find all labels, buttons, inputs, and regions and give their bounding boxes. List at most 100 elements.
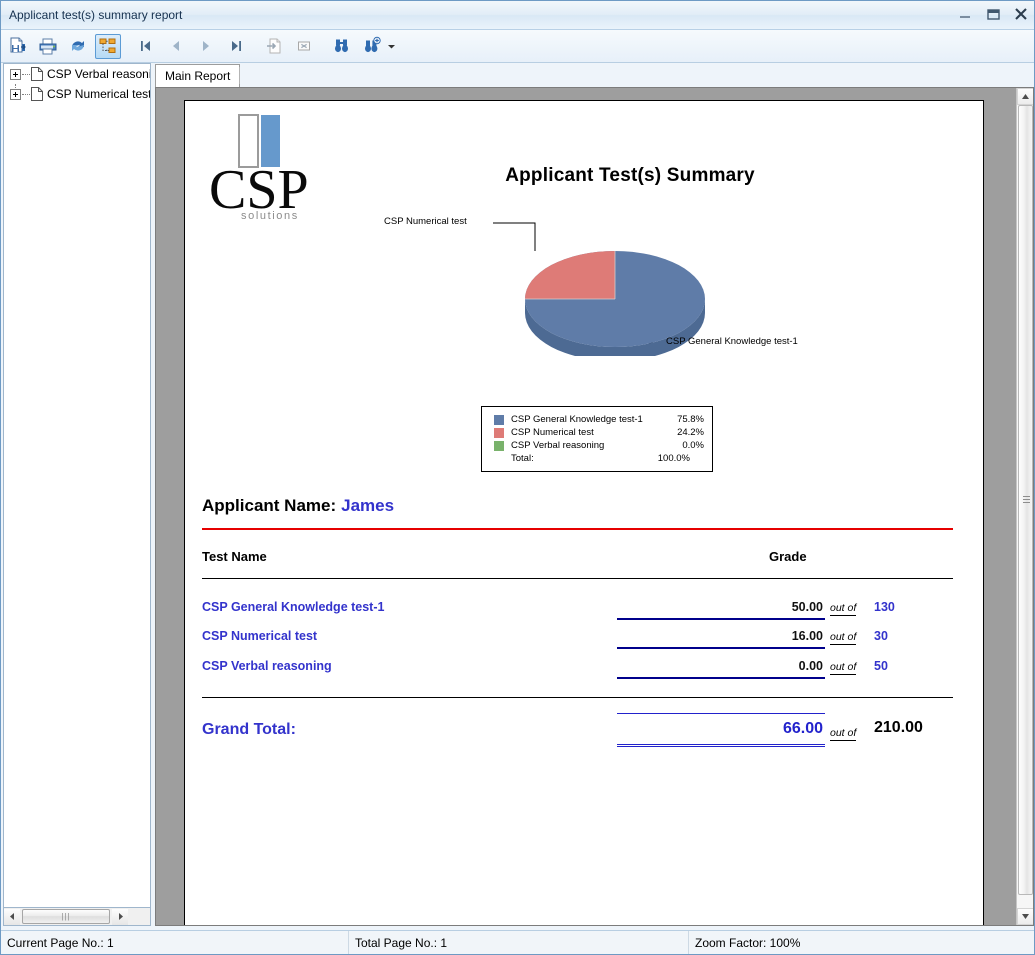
legend-label-2: CSP Verbal reasoning <box>511 440 661 451</box>
row-score: 0.00 <box>615 659 823 673</box>
pie-callout-label-numerical: CSP Numerical test <box>384 216 467 227</box>
svg-text:solutions: solutions <box>241 210 299 221</box>
legend-swatch-0 <box>494 415 504 425</box>
viewer-body: CSP Verbal reasoni CSP Numerical test ||… <box>1 63 1035 932</box>
row-out-of-label: out of <box>830 602 856 616</box>
tree-item-label: CSP Numerical test <box>47 87 150 101</box>
tree-item-0[interactable]: CSP Verbal reasoni <box>4 64 150 84</box>
window-controls <box>956 6 1030 22</box>
column-header-test-name: Test Name <box>202 549 267 564</box>
report-pane: Main Report CSP solutions <box>155 63 1034 926</box>
legend-swatch-1 <box>494 428 504 438</box>
row-max-score: 50 <box>874 659 888 673</box>
toggle-group-tree-icon[interactable] <box>95 34 121 59</box>
applicant-name-line: Applicant Name: James <box>202 496 394 516</box>
applicant-name-value: James <box>341 496 394 515</box>
chart-legend: CSP General Knowledge test-1 75.8% CSP N… <box>481 406 713 472</box>
grand-total-bottom-rule <box>617 744 825 747</box>
row-test-name: CSP General Knowledge test-1 <box>202 600 384 614</box>
export-report-icon[interactable] <box>5 34 31 59</box>
legend-value-1: 24.2% <box>661 427 704 438</box>
legend-total-value: 100.0% <box>646 453 690 464</box>
tree-horizontal-scrollbar[interactable]: ||| <box>3 908 151 926</box>
tree-connector <box>22 94 30 95</box>
legend-label-1: CSP Numerical test <box>511 427 661 438</box>
table-row: CSP Verbal reasoning 0.00 out of 50 <box>185 659 985 688</box>
legend-value-2: 0.0% <box>661 440 704 451</box>
report-viewer-window: Applicant test(s) summary report <box>0 0 1035 955</box>
row-max-score: 30 <box>874 629 888 643</box>
expand-icon[interactable] <box>10 69 21 80</box>
grand-total-top-rule <box>617 713 825 714</box>
legend-total-label: Total: <box>494 453 646 464</box>
legend-row: CSP General Knowledge test-1 75.8% <box>494 413 704 426</box>
legend-total-row: Total: 100.0% <box>494 452 704 465</box>
window-title: Applicant test(s) summary report <box>9 8 182 22</box>
row-out-of-label: out of <box>830 631 856 645</box>
page-icon <box>31 67 43 81</box>
row-score: 16.00 <box>615 629 823 643</box>
previous-page-icon[interactable] <box>163 34 189 59</box>
scroll-right-icon[interactable] <box>112 909 128 925</box>
row-test-name: CSP Numerical test <box>202 629 317 643</box>
minimize-icon[interactable] <box>956 6 974 22</box>
row-underline <box>617 618 825 620</box>
viewer-toolbar <box>1 30 1035 63</box>
scrollbar-track[interactable] <box>1017 105 1034 908</box>
csp-logo: CSP solutions <box>207 111 317 221</box>
table-row: CSP General Knowledge test-1 50.00 out o… <box>185 600 985 629</box>
chevron-down-icon[interactable] <box>385 34 398 59</box>
tree-item-1[interactable]: CSP Numerical test <box>4 84 150 104</box>
row-test-name: CSP Verbal reasoning <box>202 659 332 673</box>
applicant-name-label: Applicant Name: <box>202 496 336 515</box>
group-tree-panel[interactable]: CSP Verbal reasoni CSP Numerical test <box>3 63 151 908</box>
table-row: CSP Numerical test 16.00 out of 30 <box>185 629 985 658</box>
row-out-of-label: out of <box>830 661 856 675</box>
search-expert-icon[interactable] <box>359 34 385 59</box>
expand-icon[interactable] <box>10 89 21 100</box>
tab-label: Main Report <box>165 69 230 83</box>
pie-chart-svg <box>385 211 845 356</box>
search-text-icon[interactable] <box>329 34 355 59</box>
last-page-icon[interactable] <box>223 34 249 59</box>
next-page-icon[interactable] <box>193 34 219 59</box>
legend-label-0: CSP General Knowledge test-1 <box>511 414 661 425</box>
status-zoom-factor: Zoom Factor: 100% <box>688 931 1035 954</box>
stop-icon[interactable] <box>291 34 317 59</box>
refresh-icon[interactable] <box>65 34 91 59</box>
row-max-score: 130 <box>874 600 895 614</box>
pie-callout-label-general: CSP General Knowledge test-1 <box>666 336 798 347</box>
report-vertical-scrollbar[interactable] <box>1016 88 1033 925</box>
go-to-page-icon[interactable] <box>261 34 287 59</box>
tree-connector <box>22 74 30 75</box>
close-icon[interactable] <box>1012 6 1030 22</box>
column-header-grade: Grade <box>769 549 807 564</box>
page-icon <box>31 87 43 101</box>
report-viewport[interactable]: CSP solutions Applicant Test(s) Summary <box>155 87 1034 926</box>
scroll-up-icon[interactable] <box>1017 88 1034 105</box>
grand-total-max: 210.00 <box>874 719 923 737</box>
tree-item-label: CSP Verbal reasoni <box>47 67 150 81</box>
header-divider <box>202 578 953 579</box>
grand-total-value: 66.00 <box>615 720 823 738</box>
scroll-left-icon[interactable] <box>4 909 20 925</box>
maximize-icon[interactable] <box>984 6 1002 22</box>
legend-row: CSP Verbal reasoning 0.0% <box>494 439 704 452</box>
tab-divider <box>239 67 240 84</box>
legend-value-0: 75.8% <box>661 414 704 425</box>
grand-total-label: Grand Total: <box>202 721 296 739</box>
scrollbar-grip <box>1023 496 1030 504</box>
print-report-icon[interactable] <box>35 34 61 59</box>
row-score: 50.00 <box>615 600 823 614</box>
scrollbar-thumb[interactable] <box>1018 105 1033 895</box>
tab-main-report[interactable]: Main Report <box>155 64 240 87</box>
report-page: CSP solutions Applicant Test(s) Summary <box>184 100 984 926</box>
report-tabstrip: Main Report <box>155 63 1034 87</box>
scroll-down-icon[interactable] <box>1017 908 1034 925</box>
total-divider <box>202 697 953 698</box>
first-page-icon[interactable] <box>133 34 159 59</box>
status-current-page: Current Page No.: 1 <box>1 931 348 954</box>
status-total-page: Total Page No.: 1 <box>348 931 688 954</box>
row-underline <box>617 677 825 679</box>
scrollbar-thumb[interactable]: ||| <box>22 909 110 924</box>
